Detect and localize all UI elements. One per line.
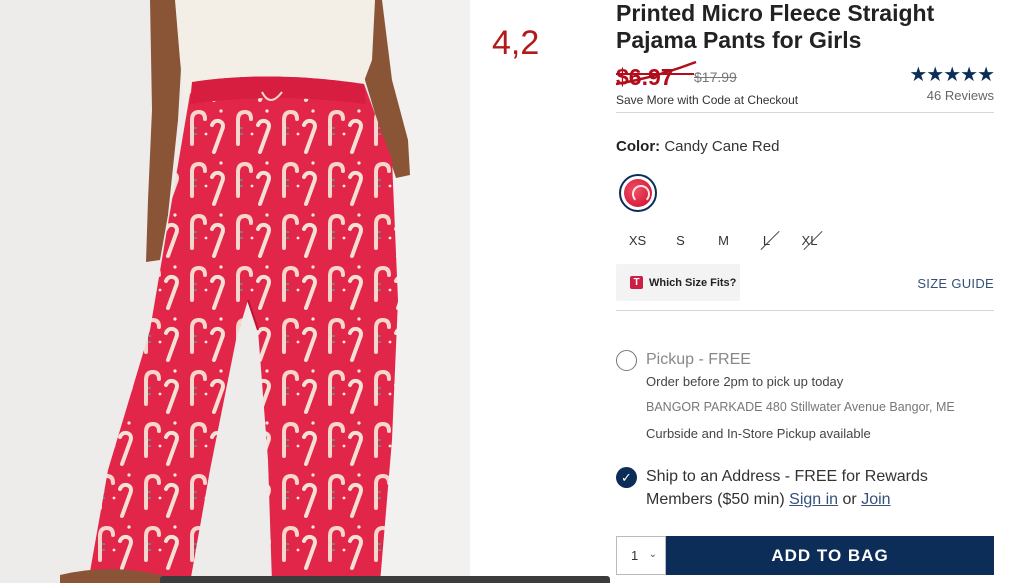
annotation-label: 4,2 [492, 24, 540, 62]
ship-checked-radio-icon[interactable]: ✓ [616, 467, 637, 488]
chevron-down-icon: ⌄ [648, 549, 657, 560]
sign-in-link[interactable]: Sign in [789, 491, 838, 508]
cart-row: 1 ⌄ ADD TO BAG [616, 536, 994, 575]
shipping-and-cart: ✓ Ship to an Address - FREE for Rewards … [616, 0, 994, 583]
pajama-pants-illustration [0, 0, 470, 583]
add-to-bag-button[interactable]: ADD TO BAG [666, 536, 994, 575]
horizontal-scrollbar[interactable] [160, 576, 610, 583]
product-image[interactable] [0, 0, 470, 583]
ship-option: ✓ Ship to an Address - FREE for Rewards … [616, 465, 994, 511]
quantity-value: 1 [631, 548, 639, 563]
ship-text-block: Ship to an Address - FREE for Rewards Me… [646, 465, 994, 511]
quantity-select[interactable]: 1 ⌄ [616, 536, 666, 575]
product-page: 4,2 Printed Micro Fleece Straight Pajama… [0, 0, 1025, 583]
join-link[interactable]: Join [861, 491, 890, 508]
ship-or-text: or [842, 491, 857, 508]
